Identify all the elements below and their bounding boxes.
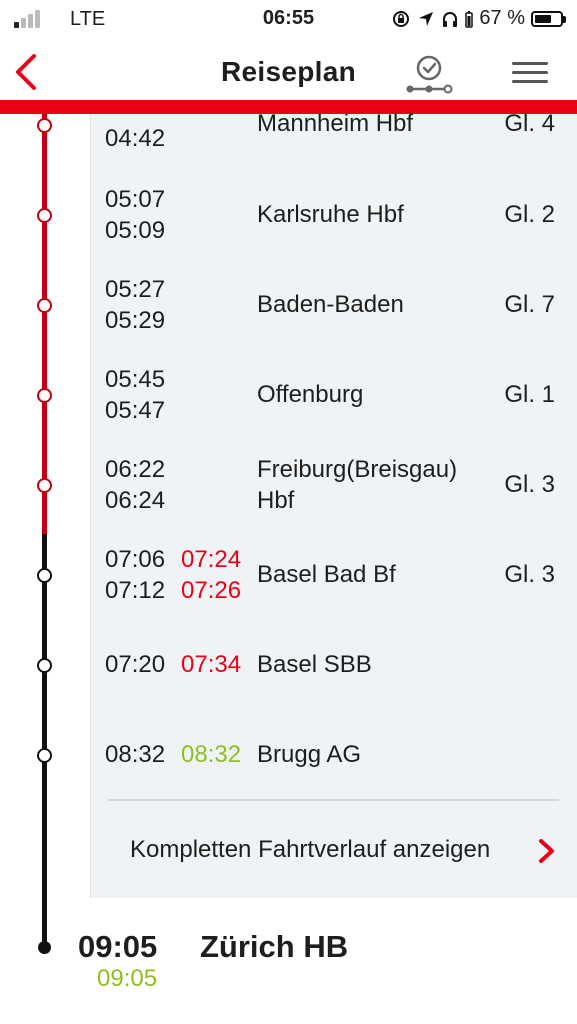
station-name-line: Basel Bad Bf <box>257 561 396 588</box>
scheduled-times: 07:06 07:12 <box>105 544 165 606</box>
station-name: Baden-Baden <box>257 289 404 320</box>
rotation-lock-icon <box>393 10 410 27</box>
station-name: Brugg AG <box>257 739 361 770</box>
scheduled-time: 06:24 <box>105 487 166 514</box>
scheduled-time: 08:32 <box>105 741 166 768</box>
stop-row[interactable]: 05:27 05:29 Baden-Baden Gl. 7 <box>0 274 577 354</box>
navigation-bar: Reiseplan <box>0 38 577 100</box>
destination-station: Zürich HB <box>200 929 349 964</box>
battery-percent: 67 % <box>479 7 525 29</box>
scheduled-time: 05:45 <box>105 366 166 393</box>
station-name-line: Brugg AG <box>257 741 362 768</box>
stop-row[interactable]: 08:32 08:32 Brugg AG <box>0 724 577 804</box>
headphones-icon <box>443 11 458 27</box>
actual-time: 07:24 <box>181 546 242 573</box>
station-name: Mannheim Hbf <box>257 108 413 139</box>
actual-time: 07:34 <box>181 651 242 678</box>
stop-row[interactable]: 07:20 07:34 Basel SBB <box>0 634 577 714</box>
hamburger-icon <box>512 62 548 65</box>
scheduled-time: 07:20 <box>105 651 166 678</box>
station-name-line: Offenburg <box>257 381 364 408</box>
chevron-right-icon <box>539 839 554 863</box>
clock-route-icon <box>406 55 453 94</box>
station-name: Basel Bad Bf <box>257 559 396 590</box>
arrival-time: 09:05 <box>78 929 158 964</box>
actual-time: 08:32 <box>181 741 242 768</box>
scheduled-time: 04:42 <box>105 125 166 152</box>
scheduled-time: 06:22 <box>105 456 166 483</box>
actual-times: 07:24 07:26 <box>181 544 241 606</box>
stop-row[interactable]: 04:42 Mannheim Hbf Gl. 4 <box>0 108 577 188</box>
platform-label: Gl. 3 <box>504 561 555 588</box>
stop-row[interactable]: 07:06 07:12 07:24 07:26 Basel Bad Bf Gl. 3 <box>0 544 577 624</box>
stop-row[interactable]: 05:07 05:09 Karlsruhe Hbf Gl. 2 <box>0 184 577 264</box>
station-name: Basel SBB <box>257 649 372 680</box>
scheduled-time: 07:12 <box>105 577 166 604</box>
destination-row[interactable]: 09:05 Zürich HB 09:05 <box>0 925 577 1005</box>
location-arrow-icon <box>419 11 434 26</box>
arrival-actual-time: 09:05 <box>97 965 158 992</box>
station-name-line: Hbf <box>257 487 295 514</box>
divider <box>108 799 559 801</box>
realtime-button[interactable] <box>404 52 454 98</box>
scheduled-times: 07:20 <box>105 649 165 680</box>
show-full-route-label: Kompletten Fahrtverlauf anzeigen <box>130 836 491 863</box>
stop-row[interactable]: 06:22 06:24 Freiburg(Breisgau) Hbf Gl. 3 <box>0 454 577 534</box>
scheduled-times: 05:27 05:29 <box>105 274 165 336</box>
scheduled-time: 05:27 <box>105 276 166 303</box>
battery-icon <box>531 10 566 27</box>
platform-label: Gl. 7 <box>504 291 555 318</box>
station-name-line: Baden-Baden <box>257 291 404 318</box>
actual-time: 07:26 <box>181 577 242 604</box>
battery-level <box>535 14 551 23</box>
scheduled-time: 05:09 <box>105 217 166 244</box>
scheduled-time: 05:47 <box>105 397 166 424</box>
stop-row[interactable]: 05:45 05:47 Offenburg Gl. 1 <box>0 364 577 444</box>
scheduled-time: 07:06 <box>105 546 166 573</box>
station-name: Freiburg(Breisgau) Hbf <box>257 454 457 516</box>
scheduled-times: 05:07 05:09 <box>105 184 165 246</box>
station-name-line: Karlsruhe Hbf <box>257 201 404 228</box>
scheduled-times: 04:42 <box>105 123 165 154</box>
status-bar: LTE 06:55 67 % <box>0 0 577 38</box>
page-title: Reiseplan <box>221 56 356 87</box>
station-name-line: Freiburg(Breisgau) <box>257 456 458 483</box>
platform-label: Gl. 1 <box>504 381 555 408</box>
menu-button[interactable] <box>506 58 550 88</box>
actual-times: 07:34 <box>181 649 241 680</box>
actual-times: 08:32 <box>181 739 241 770</box>
station-name: Karlsruhe Hbf <box>257 199 404 230</box>
destination-dot <box>38 941 51 954</box>
platform-label: Gl. 3 <box>504 471 555 498</box>
scheduled-time: 05:29 <box>105 307 166 334</box>
station-name-line: Basel SBB <box>257 651 372 678</box>
scheduled-time: 05:07 <box>105 186 166 213</box>
platform-label: Gl. 4 <box>504 110 555 137</box>
scheduled-times: 05:45 05:47 <box>105 364 165 426</box>
scheduled-times: 08:32 <box>105 739 165 770</box>
platform-label: Gl. 2 <box>504 201 555 228</box>
station-name-line: Mannheim Hbf <box>257 110 414 137</box>
scheduled-times: 06:22 06:24 <box>105 454 165 516</box>
station-name: Offenburg <box>257 379 363 410</box>
alarm-battery-icon <box>465 10 474 28</box>
status-indicators: 67 % <box>391 7 566 30</box>
show-full-route-link[interactable]: Kompletten Fahrtverlauf anzeigen <box>130 830 570 870</box>
